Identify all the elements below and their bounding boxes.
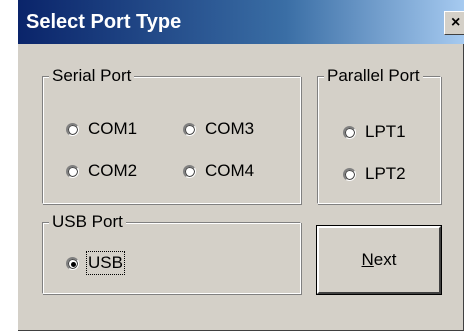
radio-lpt2-label: LPT2 [365, 164, 406, 183]
radio-com1[interactable]: COM1 [66, 118, 137, 140]
title-bar[interactable]: Select Port Type × [18, 0, 464, 44]
usb-port-label: USB Port [49, 211, 126, 233]
radio-com3-indicator[interactable] [183, 122, 196, 136]
radio-com1-indicator[interactable] [66, 122, 79, 136]
radio-com4-indicator[interactable] [183, 164, 196, 178]
serial-port-group: Serial Port COM1 COM3 COM2 COM4 [42, 65, 301, 204]
next-button-accel: N [361, 250, 374, 269]
radio-com2-indicator[interactable] [66, 164, 79, 178]
radio-com2[interactable]: COM2 [66, 160, 137, 182]
radio-usb[interactable]: USB [66, 251, 125, 275]
radio-lpt1-indicator[interactable] [343, 125, 356, 139]
radio-lpt1-label: LPT1 [365, 122, 406, 141]
radio-usb-indicator[interactable] [66, 256, 79, 270]
parallel-port-group: Parallel Port LPT1 LPT2 [317, 65, 441, 204]
radio-com1-label: COM1 [88, 119, 138, 138]
usb-port-group: USB Port USB [42, 211, 301, 294]
radio-lpt2[interactable]: LPT2 [343, 163, 406, 185]
next-button-label: ext [373, 250, 397, 269]
next-button[interactable]: Next [316, 225, 442, 295]
close-button[interactable]: × [444, 11, 464, 35]
serial-port-label: Serial Port [49, 65, 135, 87]
window-title: Select Port Type [26, 11, 182, 33]
radio-lpt1[interactable]: LPT1 [343, 121, 406, 143]
select-port-dialog: Select Port Type × Serial Port COM1 COM3… [18, 0, 464, 331]
radio-lpt2-indicator[interactable] [343, 167, 356, 181]
close-icon: × [451, 14, 461, 31]
radio-com4[interactable]: COM4 [183, 160, 254, 182]
radio-com3-label: COM3 [205, 119, 255, 138]
radio-usb-label: USB [86, 251, 125, 275]
radio-com2-label: COM2 [88, 161, 138, 180]
parallel-port-label: Parallel Port [324, 65, 423, 87]
radio-com4-label: COM4 [205, 161, 255, 180]
radio-com3[interactable]: COM3 [183, 118, 254, 140]
